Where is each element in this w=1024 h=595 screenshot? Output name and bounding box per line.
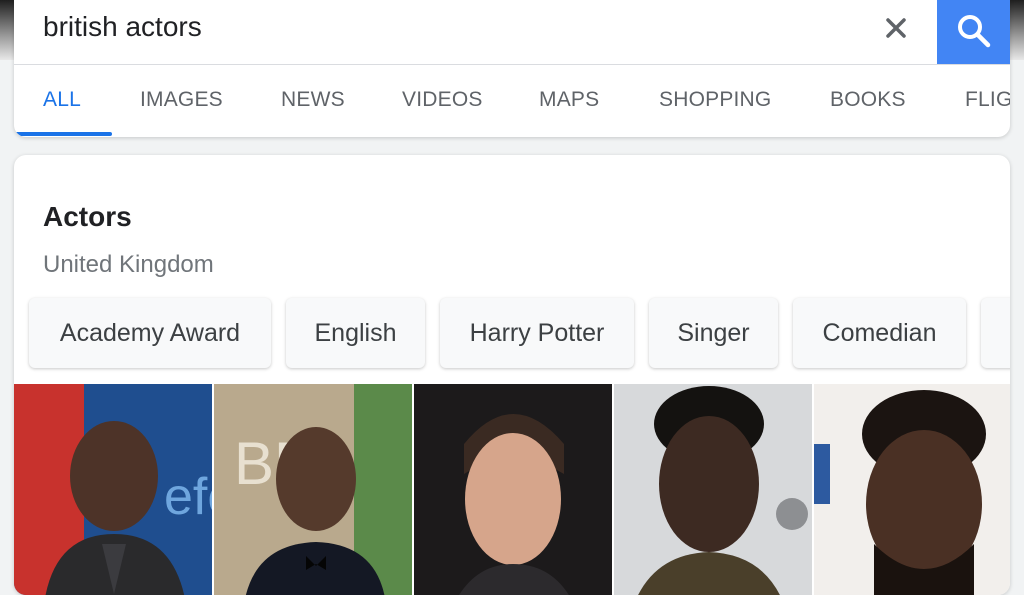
- chip-harry-potter[interactable]: Harry Potter: [440, 298, 634, 368]
- actor-photo-1[interactable]: efe: [14, 384, 212, 595]
- search-input[interactable]: british actors: [43, 11, 202, 43]
- actor-photo-5[interactable]: [814, 384, 1010, 595]
- card-title: Actors: [43, 201, 132, 232]
- clear-button[interactable]: [878, 10, 914, 46]
- tab-videos[interactable]: VIDEOS: [402, 88, 483, 112]
- chip-academy-award[interactable]: Academy Award: [29, 298, 271, 368]
- actor-photo-3[interactable]: [414, 384, 612, 595]
- tab-images[interactable]: IMAGES: [140, 88, 223, 112]
- tab-flights[interactable]: FLIG: [965, 88, 1010, 112]
- actors-card: Actors United Kingdom Academy Award Engl…: [14, 155, 1010, 595]
- search-header: british actors ALL IMAGES NEWS VIDEOS MA…: [14, 0, 1010, 137]
- chip-singer[interactable]: Singer: [649, 298, 778, 368]
- card-subtitle: United Kingdom: [43, 251, 214, 278]
- search-button[interactable]: [937, 0, 1010, 64]
- edge-shadow-right: [1010, 0, 1024, 60]
- chip-partial[interactable]: [981, 298, 1010, 368]
- chip-comedian[interactable]: Comedian: [793, 298, 966, 368]
- tab-books[interactable]: BOOKS: [830, 88, 906, 112]
- actor-photo-2[interactable]: BE: [214, 384, 412, 595]
- search-tabs: ALL IMAGES NEWS VIDEOS MAPS SHOPPING BOO…: [14, 65, 1010, 137]
- tab-all[interactable]: ALL: [43, 88, 81, 112]
- svg-text:efe: efe: [164, 468, 212, 526]
- close-icon: [886, 18, 906, 38]
- search-row: british actors: [14, 0, 1010, 65]
- tab-shopping[interactable]: SHOPPING: [659, 88, 771, 112]
- search-icon: [958, 15, 991, 48]
- chip-english[interactable]: English: [286, 298, 425, 368]
- actor-photo-4[interactable]: [614, 384, 812, 595]
- edge-shadow-left: [0, 0, 14, 60]
- tab-maps[interactable]: MAPS: [539, 88, 599, 112]
- tab-news[interactable]: NEWS: [281, 88, 345, 112]
- active-tab-indicator: [14, 132, 112, 136]
